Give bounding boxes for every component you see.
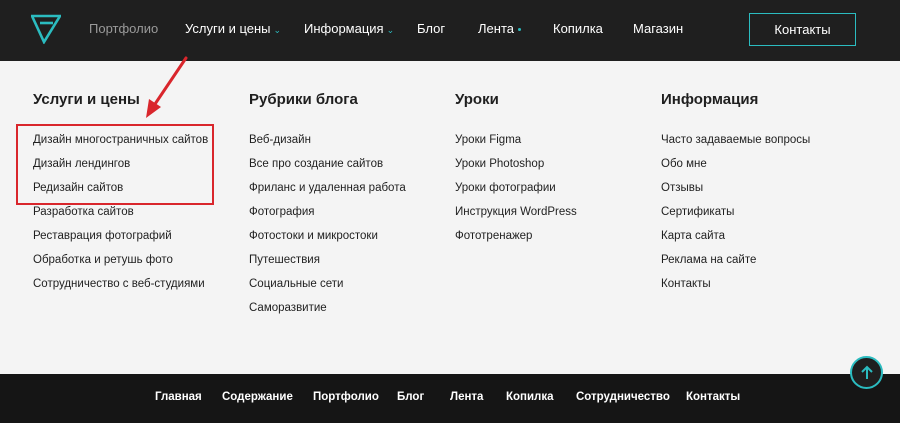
nav-label: Услуги и цены: [185, 21, 271, 36]
footer-nav-bar: Главная Содержание Портфолио Блог Лента …: [0, 374, 900, 423]
menu-link[interactable]: Уроки Photoshop: [455, 157, 577, 181]
menu-link[interactable]: Инструкция WordPress: [455, 205, 577, 229]
nav-label: Портфолио: [89, 21, 159, 36]
menu-link[interactable]: Отзывы: [661, 181, 810, 205]
footer-link-portfolio[interactable]: Портфолио: [313, 391, 379, 403]
nav-feed[interactable]: Лента: [478, 21, 521, 36]
menu-column-lessons: Уроки Уроки Figma Уроки Photoshop Уроки …: [455, 91, 577, 253]
menu-link[interactable]: Все про создание сайтов: [249, 157, 406, 181]
menu-link[interactable]: Часто задаваемые вопросы: [661, 133, 810, 157]
menu-link[interactable]: Уроки Figma: [455, 133, 577, 157]
link-list: Веб-дизайн Все про создание сайтов Фрила…: [249, 133, 406, 325]
menu-link[interactable]: Социальные сети: [249, 277, 406, 301]
footer-link-feed[interactable]: Лента: [450, 391, 483, 403]
menu-link[interactable]: Сотрудничество с веб-студиями: [33, 277, 208, 301]
nav-label: Информация: [304, 21, 384, 36]
menu-link[interactable]: Путешествия: [249, 253, 406, 277]
contacts-button[interactable]: Контакты: [749, 13, 856, 46]
nav-piggybank[interactable]: Копилка: [553, 21, 603, 36]
link-list: Уроки Figma Уроки Photoshop Уроки фотогр…: [455, 133, 577, 253]
menu-column-information: Информация Часто задаваемые вопросы Обо …: [661, 91, 810, 301]
menu-link[interactable]: Обо мне: [661, 157, 810, 181]
column-title: Рубрики блога: [249, 91, 358, 108]
annotation-arrow-icon: [146, 56, 188, 118]
menu-link[interactable]: Фотостоки и микростоки: [249, 229, 406, 253]
nav-label: Копилка: [553, 21, 603, 36]
footer-link-blog[interactable]: Блог: [397, 391, 424, 403]
footer-link-contacts[interactable]: Контакты: [686, 391, 740, 403]
nav-label: Магазин: [633, 21, 684, 36]
column-title: Уроки: [455, 91, 499, 108]
menu-link[interactable]: Контакты: [661, 277, 810, 301]
menu-link[interactable]: Реклама на сайте: [661, 253, 810, 277]
footer-link-home[interactable]: Главная: [155, 391, 202, 403]
nav-services[interactable]: Услуги и цены ⌄: [185, 21, 281, 36]
top-navbar: Портфолио Услуги и цены ⌄ Информация ⌄ Бло…: [0, 0, 900, 61]
menu-link[interactable]: Разработка сайтов: [33, 205, 208, 229]
menu-link[interactable]: Фотография: [249, 205, 406, 229]
nav-label: Лента: [478, 21, 514, 36]
menu-link[interactable]: Саморазвитие: [249, 301, 406, 325]
menu-column-blog-rubrics: Рубрики блога Веб-дизайн Все про создани…: [249, 91, 406, 325]
footer-link-cooperation[interactable]: Сотрудничество: [576, 391, 670, 403]
column-title: Информация: [661, 91, 759, 108]
footer-link-contents[interactable]: Содержание: [222, 391, 293, 403]
menu-link[interactable]: Фриланс и удаленная работа: [249, 181, 406, 205]
new-dot-icon: [517, 28, 521, 32]
chevron-down-icon: ⌄: [273, 25, 282, 35]
scroll-to-top-button[interactable]: [850, 356, 883, 389]
link-list: Часто задаваемые вопросы Обо мне Отзывы …: [661, 133, 810, 301]
arrow-up-icon: [860, 365, 873, 379]
menu-link[interactable]: Фототренажер: [455, 229, 577, 253]
nav-portfolio[interactable]: Портфолио: [89, 21, 158, 36]
menu-link[interactable]: Веб-дизайн: [249, 133, 406, 157]
chevron-down-icon: ⌄: [386, 25, 395, 35]
menu-link[interactable]: Сертификаты: [661, 205, 810, 229]
menu-link[interactable]: Уроки фотографии: [455, 181, 577, 205]
logo-icon[interactable]: [31, 14, 61, 44]
nav-information[interactable]: Информация ⌄: [304, 21, 394, 36]
nav-blog[interactable]: Блог: [417, 21, 445, 36]
nav-shop[interactable]: Магазин: [633, 21, 683, 36]
nav-label: Блог: [417, 21, 446, 36]
annotation-highlight-box: [16, 124, 214, 205]
footer-link-piggybank[interactable]: Копилка: [506, 391, 554, 403]
menu-link[interactable]: Обработка и ретушь фото: [33, 253, 208, 277]
menu-link[interactable]: Реставрация фотографий: [33, 229, 208, 253]
menu-link[interactable]: Карта сайта: [661, 229, 810, 253]
